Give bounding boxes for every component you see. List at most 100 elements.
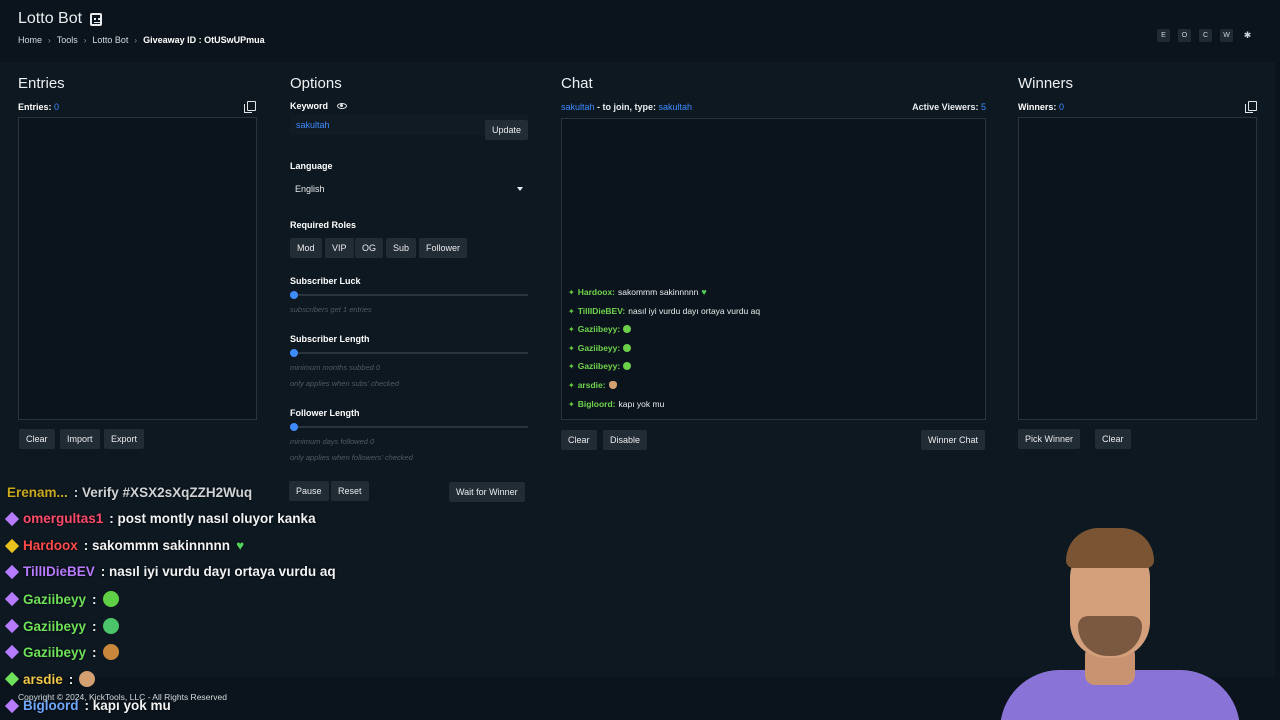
overlay-text: : nasıl iyi vurdu dayı ortaya vurdu aq [100, 564, 336, 579]
gem-icon [4, 511, 20, 526]
update-button[interactable]: Update [485, 120, 529, 140]
overlay-user: omergultas1 [23, 511, 104, 526]
chat-message-user[interactable]: TillIDieBEV: [578, 306, 626, 316]
gem-icon: ✦ [568, 361, 575, 371]
chat-message-text: nasıl iyi vurdu dayı ortaya vurdu aq [628, 306, 761, 316]
chat-message: ✦ Gaziibeyy: [568, 361, 632, 371]
eye-icon[interactable] [337, 103, 347, 109]
gem-icon: ✦ [568, 287, 575, 297]
pick-winner-button[interactable]: Pick Winner [1018, 429, 1081, 449]
chat-disable-button[interactable]: Disable [603, 430, 648, 450]
chat-join-text: - to join, type: [594, 102, 659, 112]
subscriber-luck-slider[interactable] [290, 291, 528, 299]
entries-export-button[interactable]: Export [104, 429, 145, 449]
subscriber-luck-hint: subscribers get 1 entries [290, 305, 372, 314]
webcam-streamer-image [980, 520, 1240, 720]
gem-icon [4, 591, 20, 607]
gem-icon: ✦ [568, 380, 575, 390]
active-viewers-count: 5 [980, 102, 986, 112]
chat-message: ✦ Bigloord: kapı yok mu [568, 399, 664, 409]
follower-length-hint: minimum days followed 0 [290, 437, 375, 446]
overlay-user: TillIDieBEV [23, 564, 95, 579]
subscriber-length-slider[interactable] [290, 349, 528, 357]
role-vip-button[interactable]: VIP [325, 238, 354, 258]
robot-icon [90, 12, 103, 26]
corner-button-o[interactable]: O [1178, 29, 1191, 42]
chat-join-keyword: sakultah [658, 102, 693, 112]
chat-message-text: kapı yok mu [618, 399, 665, 409]
chat-message: ✦ Gaziibeyy: [568, 324, 632, 334]
overlay-message: Gaziibeyy : [4, 591, 119, 607]
copy-icon[interactable] [244, 101, 256, 113]
top-bar: Lotto Bot Home › Tools › Lotto Bot › Giv… [0, 0, 1280, 56]
chat-message-user[interactable]: arsdie: [578, 380, 606, 390]
language-select[interactable]: English [290, 179, 528, 199]
entries-label: Entries: [18, 102, 52, 112]
overlay-user: Gaziibeyy [23, 644, 87, 660]
emote-icon [102, 644, 119, 660]
overlay-message: Hardoox : sakommm sakinnnnn ♥ [4, 538, 245, 553]
follower-length-slider[interactable] [290, 423, 528, 431]
chat-message: ✦ arsdie: [568, 380, 617, 390]
winners-clear-button[interactable]: Clear [1095, 429, 1131, 449]
winners-list[interactable] [1018, 117, 1257, 420]
chat-message-user[interactable]: Bigloord: [578, 399, 616, 409]
entries-import-button[interactable]: Import [60, 429, 100, 449]
corner-button-c[interactable]: C [1199, 29, 1212, 42]
gem-icon [4, 671, 20, 687]
chat-clear-button[interactable]: Clear [561, 430, 597, 450]
emote-icon [102, 591, 119, 607]
chat-message: ✦ TillIDieBEV: nasıl iyi vurdu dayı orta… [568, 306, 760, 316]
wait-for-winner-button[interactable]: Wait for Winner [449, 482, 525, 502]
breadcrumb-home[interactable]: Home [18, 35, 42, 45]
winners-count: 0 [1058, 102, 1064, 112]
overlay-text: : sakommm sakinnnnn [83, 538, 231, 553]
overlay-message: arsdie : [4, 671, 96, 687]
slider-knob[interactable] [290, 349, 298, 357]
role-follower-button[interactable]: Follower [419, 238, 468, 258]
winner-chat-button[interactable]: Winner Chat [921, 430, 986, 450]
breadcrumb-lotto-bot[interactable]: Lotto Bot [92, 35, 128, 45]
copy-icon[interactable] [1245, 101, 1257, 113]
subscriber-luck-label: Subscriber Luck [290, 276, 361, 286]
role-mod-button[interactable]: Mod [290, 238, 322, 258]
overlay-message: Gaziibeyy : [4, 644, 119, 660]
chat-message-user[interactable]: Gaziibeyy: [578, 343, 621, 353]
chat-message: ✦ Gaziibeyy: [568, 343, 632, 353]
chat-log[interactable]: ✦ Hardoox: sakommm sakinnnnn ♥ ✦ TillIDi… [561, 118, 986, 420]
emote-icon [102, 618, 119, 634]
gem-icon [4, 538, 20, 553]
gem-icon: ✦ [568, 343, 575, 353]
green-heart-emote-icon: ♥ [236, 538, 245, 553]
overlay-user: arsdie [23, 671, 63, 687]
breadcrumb-tools[interactable]: Tools [57, 35, 78, 45]
gem-icon [4, 564, 20, 579]
keyword-value: sakultah [296, 120, 330, 130]
settings-star-icon[interactable]: ✱ [1241, 29, 1254, 42]
chat-panel: Chat sakultah - to join, type: sakultah … [543, 62, 1003, 677]
gem-icon [4, 644, 20, 660]
peach-emote-icon [79, 671, 96, 687]
corner-button-w[interactable]: W [1220, 29, 1233, 42]
entries-clear-button[interactable]: Clear [19, 429, 55, 449]
gem-icon: ✦ [568, 324, 575, 334]
gem-icon [4, 618, 20, 634]
winners-count-label: Winners: 0 [1018, 102, 1064, 112]
slider-knob[interactable] [290, 291, 298, 299]
caret-down-icon [517, 187, 523, 191]
overlay-text: : [92, 644, 97, 660]
keyword-label: Keyword [290, 101, 329, 111]
entries-count: 0 [54, 102, 60, 112]
chat-message-user[interactable]: Hardoox: [578, 287, 615, 297]
corner-button-e[interactable]: E [1157, 29, 1170, 42]
slider-knob[interactable] [290, 423, 298, 431]
app-title-text: Lotto Bot [18, 10, 83, 27]
entries-list[interactable] [18, 117, 257, 420]
breadcrumb: Home › Tools › Lotto Bot › Giveaway ID :… [18, 35, 265, 45]
role-sub-button[interactable]: Sub [386, 238, 417, 258]
role-og-button[interactable]: OG [355, 238, 384, 258]
required-roles-label: Required Roles [290, 220, 357, 230]
app-title: Lotto Bot [18, 10, 103, 28]
chat-message-user[interactable]: Gaziibeyy: [578, 324, 621, 334]
chat-message-user[interactable]: Gaziibeyy: [578, 361, 621, 371]
